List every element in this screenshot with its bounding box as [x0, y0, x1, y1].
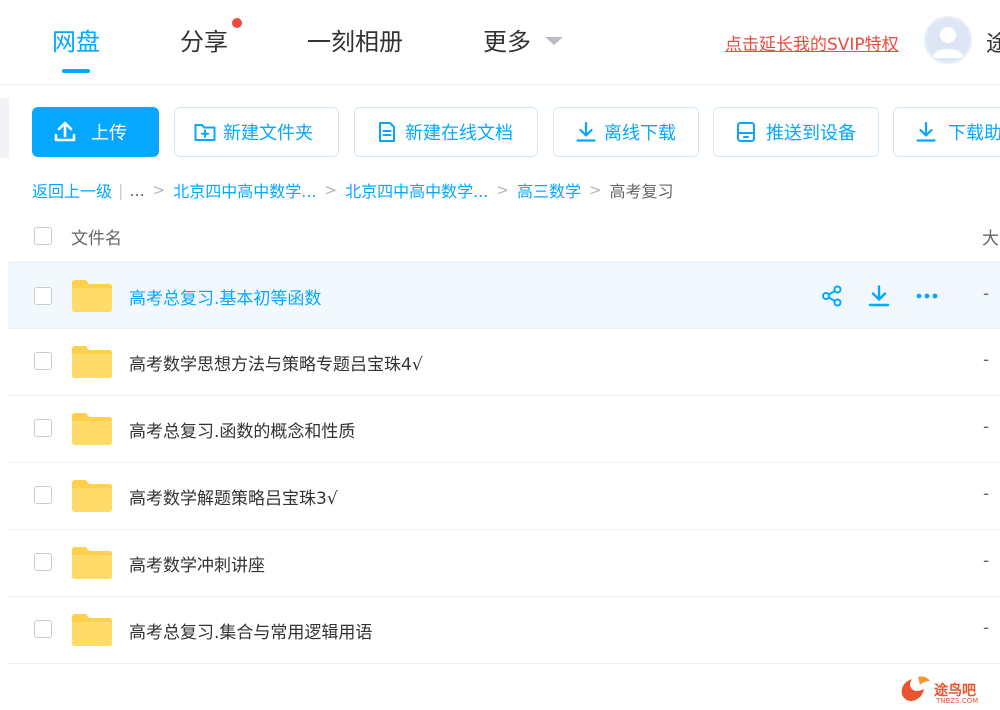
folder-icon	[72, 614, 112, 646]
file-size: -	[983, 284, 990, 304]
offline-download-button[interactable]: 离线下载	[553, 107, 699, 157]
upload-icon	[53, 120, 77, 144]
tab-share[interactable]: 分享	[180, 22, 228, 57]
column-header-name[interactable]: 文件名	[71, 224, 122, 249]
tab-netdisk[interactable]: 网盘	[52, 22, 100, 57]
table-row[interactable]: 高考数学冲刺讲座 -	[8, 530, 1000, 597]
download-icon	[574, 120, 598, 144]
row-checkbox[interactable]	[34, 287, 52, 305]
watermark-subtext: TNBZS.COM	[936, 697, 979, 705]
breadcrumb-item[interactable]: 北京四中高中数学...	[345, 178, 488, 202]
row-checkbox[interactable]	[34, 352, 52, 370]
table-row[interactable]: 高考数学解题策略吕宝珠3√ -	[8, 463, 1000, 530]
user-avatar-icon	[932, 27, 964, 58]
new-online-doc-label: 新建在线文档	[405, 123, 513, 144]
back-link[interactable]: 返回上一级	[32, 178, 112, 202]
site-watermark: 途鸟吧 TNBZS.COM	[898, 670, 998, 710]
folder-icon	[72, 480, 112, 512]
file-name[interactable]: 高考总复习.函数的概念和性质	[129, 417, 355, 442]
new-folder-icon	[193, 120, 217, 144]
download-helper-button[interactable]: 下载助	[893, 107, 1000, 157]
device-icon	[734, 120, 758, 144]
file-name[interactable]: 高考总复习.基本初等函数	[129, 284, 321, 309]
row-checkbox[interactable]	[34, 553, 52, 571]
bird-logo-icon	[901, 676, 930, 702]
table-row[interactable]: 高考总复习.集合与常用逻辑用语 -	[8, 597, 1000, 664]
file-size: -	[983, 484, 990, 504]
row-checkbox[interactable]	[34, 486, 52, 504]
file-name[interactable]: 高考数学思想方法与策略专题吕宝珠4√	[129, 350, 423, 375]
file-name[interactable]: 高考数学冲刺讲座	[129, 551, 265, 576]
folder-icon	[72, 547, 112, 579]
breadcrumb-item[interactable]: 高三数学	[517, 178, 581, 202]
breadcrumb-current: 高考复习	[609, 182, 674, 201]
upload-button[interactable]: 上传	[32, 107, 159, 157]
more-icon[interactable]	[914, 283, 940, 309]
table-row[interactable]: 高考总复习.函数的概念和性质 -	[8, 396, 1000, 463]
breadcrumb-divider: |	[118, 180, 124, 200]
breadcrumb-separator: >	[324, 181, 338, 199]
share-notification-dot	[232, 18, 242, 28]
user-name[interactable]: 途	[986, 26, 1000, 58]
download-icon[interactable]	[866, 283, 892, 309]
row-checkbox[interactable]	[34, 419, 52, 437]
table-row[interactable]: 高考总复习.基本初等函数 -	[8, 262, 1000, 329]
top-navigation: 网盘 分享 一刻相册 更多 点击延长我的SVIP特权 途	[0, 0, 1000, 85]
folder-icon	[72, 280, 112, 312]
tab-album[interactable]: 一刻相册	[307, 22, 403, 57]
row-checkbox[interactable]	[34, 620, 52, 638]
folder-icon	[72, 413, 112, 445]
file-name[interactable]: 高考数学解题策略吕宝珠3√	[129, 484, 338, 509]
active-tab-indicator	[62, 69, 90, 73]
breadcrumb-ellipsis[interactable]: ...	[129, 181, 144, 200]
file-size: -	[983, 350, 990, 370]
column-header-size[interactable]: 大	[982, 224, 999, 249]
breadcrumb-separator: >	[496, 181, 509, 199]
chevron-down-icon[interactable]	[545, 37, 563, 45]
breadcrumb-separator: >	[152, 181, 166, 199]
offline-download-label: 离线下载	[604, 123, 676, 144]
share-icon[interactable]	[819, 283, 845, 309]
new-folder-label: 新建文件夹	[223, 123, 313, 144]
breadcrumb-item[interactable]: 北京四中高中数学...	[173, 178, 316, 202]
push-to-device-label: 推送到设备	[766, 123, 856, 144]
new-folder-button[interactable]: 新建文件夹	[174, 107, 339, 157]
table-row[interactable]: 高考数学思想方法与策略专题吕宝珠4√ -	[8, 329, 1000, 396]
svip-renew-link[interactable]: 点击延长我的SVIP特权	[725, 30, 899, 55]
push-to-device-button[interactable]: 推送到设备	[713, 107, 879, 157]
new-online-doc-button[interactable]: 新建在线文档	[354, 107, 538, 157]
download-icon	[914, 120, 938, 144]
upload-label: 上传	[91, 123, 127, 144]
file-size: -	[983, 551, 990, 571]
folder-icon	[72, 346, 112, 378]
breadcrumb-separator: >	[588, 181, 602, 199]
file-name[interactable]: 高考总复习.集合与常用逻辑用语	[129, 618, 372, 643]
file-size: -	[983, 417, 990, 437]
table-header: 文件名 大	[0, 212, 1000, 260]
file-size: -	[983, 618, 990, 638]
avatar[interactable]	[924, 16, 972, 64]
download-helper-label: 下载助	[948, 123, 1000, 144]
breadcrumb: 返回上一级 | ... > 北京四中高中数学... > 北京四中高中数学... …	[32, 178, 674, 202]
select-all-checkbox[interactable]	[34, 227, 52, 245]
doc-icon	[375, 120, 399, 144]
tab-more[interactable]: 更多	[483, 22, 531, 57]
sidebar-edge	[0, 98, 9, 158]
